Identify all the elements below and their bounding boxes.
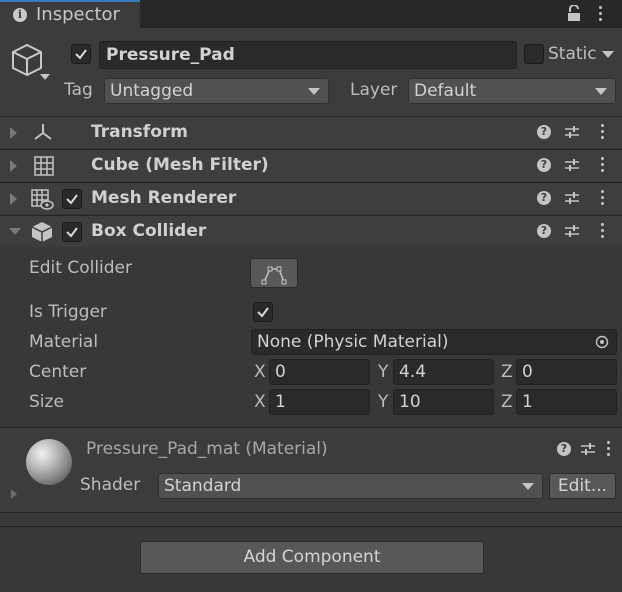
layer-label: Layer <box>350 80 398 100</box>
component-menu-icon[interactable] <box>601 223 604 241</box>
chevron-down-icon <box>308 88 320 95</box>
preset-sliders-icon[interactable] <box>564 124 580 140</box>
component-box-collider[interactable]: Box Collider <box>0 215 622 247</box>
preset-sliders-icon[interactable] <box>564 157 580 173</box>
material-label: Material <box>29 332 99 352</box>
object-picker-icon[interactable] <box>595 335 609 349</box>
layer-value: Default <box>414 81 477 101</box>
add-component-button[interactable]: Add Component <box>140 541 484 574</box>
component-menu-icon[interactable] <box>601 157 604 175</box>
box-collider-enabled-checkbox[interactable] <box>62 222 82 242</box>
help-icon[interactable]: ? <box>557 442 571 456</box>
center-y-field[interactable]: 4.4 <box>393 359 494 385</box>
center-y-label: Y <box>378 362 389 382</box>
component-mesh-renderer[interactable]: Mesh Renderer <box>0 182 622 214</box>
info-icon: i <box>13 8 27 22</box>
help-icon[interactable]: ? <box>537 191 551 205</box>
mesh-grid-icon <box>34 156 54 176</box>
tab-label: Inspector <box>36 4 120 25</box>
center-x-label: X <box>254 362 266 382</box>
center-z-label: Z <box>501 362 513 382</box>
mesh-renderer-enabled-checkbox[interactable] <box>62 189 82 209</box>
size-z-field[interactable]: 1 <box>516 389 617 415</box>
active-checkbox[interactable] <box>71 44 91 64</box>
material-preview-sphere <box>26 439 72 485</box>
edit-collider-button[interactable] <box>250 258 298 288</box>
is-trigger-checkbox[interactable] <box>253 302 273 322</box>
component-name: Transform <box>91 122 188 142</box>
component-name: Cube (Mesh Filter) <box>91 155 269 175</box>
transform-icon <box>34 124 52 140</box>
size-x-field[interactable]: 1 <box>269 389 370 415</box>
center-label: Center <box>29 362 87 382</box>
component-mesh-filter[interactable]: Cube (Mesh Filter) <box>0 149 622 181</box>
preset-sliders-icon[interactable] <box>580 441 596 457</box>
material-title: Pressure_Pad_mat (Material) <box>86 439 328 459</box>
static-dropdown-arrow[interactable] <box>602 51 614 58</box>
shader-edit-button[interactable]: Edit... <box>549 473 616 499</box>
component-menu-icon[interactable] <box>601 124 604 142</box>
icon-dropdown-arrow[interactable] <box>40 74 50 80</box>
help-icon[interactable]: ? <box>537 125 551 139</box>
tab-inspector[interactable]: i Inspector <box>0 0 140 28</box>
preset-sliders-icon[interactable] <box>564 223 580 239</box>
material-object-field[interactable]: None (Physic Material) <box>251 329 617 355</box>
material-foldout-arrow[interactable] <box>11 489 17 499</box>
size-x-label: X <box>254 392 266 412</box>
foldout-arrow[interactable] <box>10 127 17 139</box>
foldout-arrow[interactable] <box>9 228 21 235</box>
center-x-field[interactable]: 0 <box>269 359 370 385</box>
center-z-field[interactable]: 0 <box>516 359 617 385</box>
object-name-field[interactable]: Pressure_Pad <box>99 41 517 69</box>
component-name: Box Collider <box>91 221 207 241</box>
component-transform[interactable]: Transform <box>0 116 622 148</box>
size-label: Size <box>29 392 64 412</box>
component-menu-icon[interactable] <box>601 190 604 208</box>
edit-collider-icon <box>261 266 287 285</box>
help-icon[interactable]: ? <box>537 224 551 238</box>
edit-collider-label: Edit Collider <box>29 258 133 278</box>
layer-dropdown[interactable]: Default <box>408 78 616 104</box>
foldout-arrow[interactable] <box>10 160 17 172</box>
box-collider-icon <box>31 222 53 242</box>
window-menu-icon[interactable] <box>599 6 602 24</box>
shader-dropdown[interactable]: Standard <box>158 473 543 499</box>
component-name: Mesh Renderer <box>91 188 237 208</box>
mesh-renderer-icon <box>31 189 54 210</box>
help-icon[interactable]: ? <box>537 158 551 172</box>
size-z-label: Z <box>501 392 513 412</box>
material-value: None (Physic Material) <box>257 332 449 352</box>
gameobject-cube-icon <box>12 43 42 77</box>
preset-sliders-icon[interactable] <box>564 190 580 206</box>
static-checkbox[interactable] <box>524 44 544 64</box>
material-menu-icon[interactable] <box>607 441 610 459</box>
size-y-label: Y <box>378 392 389 412</box>
chevron-down-icon <box>595 88 607 95</box>
tag-label: Tag <box>64 80 93 100</box>
size-y-field[interactable]: 10 <box>393 389 494 415</box>
foldout-arrow[interactable] <box>10 193 17 205</box>
static-label[interactable]: Static <box>548 44 597 64</box>
tag-dropdown[interactable]: Untagged <box>104 78 329 104</box>
divider <box>0 526 622 527</box>
lock-icon[interactable] <box>566 5 582 22</box>
shader-value: Standard <box>164 476 242 496</box>
shader-label: Shader <box>80 475 141 495</box>
is-trigger-label: Is Trigger <box>29 302 107 322</box>
tag-value: Untagged <box>110 81 194 101</box>
chevron-down-icon <box>522 483 534 490</box>
